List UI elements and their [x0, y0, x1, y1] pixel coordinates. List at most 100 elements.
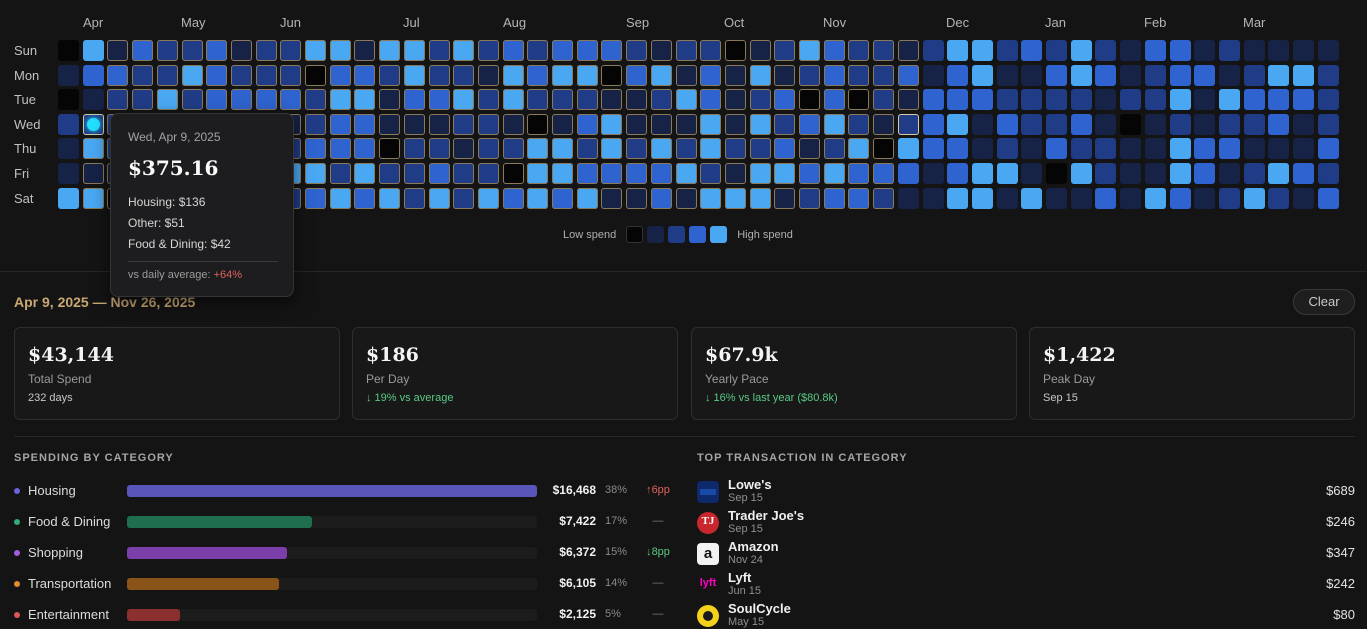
category-row[interactable]: Housing $16,468 38% ↑6pp: [14, 481, 674, 501]
heatmap-day-cell[interactable]: [971, 138, 993, 160]
heatmap-day-cell[interactable]: [1243, 89, 1265, 111]
heatmap-day-cell[interactable]: [947, 40, 969, 61]
heatmap-day-cell[interactable]: [1021, 40, 1043, 61]
heatmap-day-cell[interactable]: [1070, 113, 1092, 135]
heatmap-day-cell[interactable]: [799, 113, 820, 135]
heatmap-day-cell[interactable]: [774, 138, 796, 160]
heatmap-day-cell[interactable]: [58, 40, 79, 61]
clear-selection-button[interactable]: Clear: [1293, 289, 1355, 315]
heatmap-day-cell[interactable]: [996, 113, 1018, 135]
heatmap-day-cell[interactable]: [724, 187, 746, 209]
heatmap-day-cell[interactable]: [1293, 138, 1314, 160]
heatmap-day-cell[interactable]: [428, 40, 450, 61]
heatmap-day-cell[interactable]: [82, 113, 104, 135]
heatmap-day-cell[interactable]: [58, 187, 79, 209]
heatmap-day-cell[interactable]: [601, 64, 623, 86]
heatmap-day-cell[interactable]: [379, 40, 401, 61]
heatmap-day-cell[interactable]: [675, 64, 697, 86]
heatmap-day-cell[interactable]: [305, 163, 326, 184]
heatmap-day-cell[interactable]: [403, 163, 425, 184]
heatmap-day-cell[interactable]: [527, 113, 549, 135]
heatmap-day-cell[interactable]: [1120, 64, 1142, 86]
heatmap-day-cell[interactable]: [873, 89, 895, 111]
heatmap-day-cell[interactable]: [626, 138, 648, 160]
heatmap-day-cell[interactable]: [1243, 138, 1265, 160]
heatmap-day-cell[interactable]: [354, 138, 376, 160]
heatmap-day-cell[interactable]: [1268, 163, 1290, 184]
heatmap-day-cell[interactable]: [576, 64, 598, 86]
heatmap-day-cell[interactable]: [305, 138, 326, 160]
heatmap-day-cell[interactable]: [848, 64, 870, 86]
heatmap-day-cell[interactable]: [1194, 138, 1216, 160]
heatmap-day-cell[interactable]: [527, 138, 549, 160]
heatmap-day-cell[interactable]: [403, 64, 425, 86]
heatmap-day-cell[interactable]: [527, 187, 549, 209]
heatmap-day-cell[interactable]: [82, 40, 104, 61]
heatmap-day-cell[interactable]: [477, 187, 499, 209]
heatmap-day-cell[interactable]: [700, 163, 722, 184]
heatmap-day-cell[interactable]: [453, 64, 475, 86]
heatmap-day-cell[interactable]: [996, 40, 1018, 61]
heatmap-day-cell[interactable]: [922, 138, 944, 160]
heatmap-day-cell[interactable]: [502, 64, 524, 86]
heatmap-day-cell[interactable]: [379, 138, 401, 160]
heatmap-day-cell[interactable]: [1293, 187, 1314, 209]
heatmap-day-cell[interactable]: [181, 89, 203, 111]
heatmap-day-cell[interactable]: [799, 40, 820, 61]
heatmap-day-cell[interactable]: [1095, 113, 1117, 135]
heatmap-day-cell[interactable]: [724, 113, 746, 135]
heatmap-day-cell[interactable]: [305, 187, 326, 209]
heatmap-day-cell[interactable]: [996, 64, 1018, 86]
heatmap-day-cell[interactable]: [1144, 187, 1166, 209]
heatmap-day-cell[interactable]: [897, 138, 919, 160]
heatmap-day-cell[interactable]: [1021, 163, 1043, 184]
heatmap-day-cell[interactable]: [354, 89, 376, 111]
heatmap-day-cell[interactable]: [477, 113, 499, 135]
heatmap-day-cell[interactable]: [1293, 163, 1314, 184]
heatmap-day-cell[interactable]: [502, 163, 524, 184]
heatmap-day-cell[interactable]: [1095, 40, 1117, 61]
heatmap-day-cell[interactable]: [453, 138, 475, 160]
heatmap-day-cell[interactable]: [626, 113, 648, 135]
heatmap-day-cell[interactable]: [601, 113, 623, 135]
heatmap-day-cell[interactable]: [1218, 113, 1240, 135]
heatmap-day-cell[interactable]: [823, 40, 845, 61]
heatmap-day-cell[interactable]: [82, 187, 104, 209]
heatmap-day-cell[interactable]: [1021, 138, 1043, 160]
heatmap-day-cell[interactable]: [799, 64, 820, 86]
heatmap-day-cell[interactable]: [552, 113, 573, 135]
heatmap-day-cell[interactable]: [1268, 187, 1290, 209]
heatmap-day-cell[interactable]: [626, 89, 648, 111]
heatmap-day-cell[interactable]: [675, 40, 697, 61]
heatmap-day-cell[interactable]: [502, 89, 524, 111]
heatmap-day-cell[interactable]: [897, 64, 919, 86]
heatmap-day-cell[interactable]: [996, 187, 1018, 209]
heatmap-day-cell[interactable]: [700, 89, 722, 111]
heatmap-day-cell[interactable]: [1243, 187, 1265, 209]
heatmap-day-cell[interactable]: [132, 89, 154, 111]
heatmap-day-cell[interactable]: [576, 163, 598, 184]
heatmap-day-cell[interactable]: [1120, 113, 1142, 135]
heatmap-day-cell[interactable]: [1144, 138, 1166, 160]
heatmap-day-cell[interactable]: [403, 89, 425, 111]
heatmap-day-cell[interactable]: [453, 113, 475, 135]
heatmap-day-cell[interactable]: [58, 113, 79, 135]
heatmap-day-cell[interactable]: [601, 138, 623, 160]
heatmap-day-cell[interactable]: [749, 113, 771, 135]
heatmap-day-cell[interactable]: [823, 163, 845, 184]
heatmap-day-cell[interactable]: [552, 187, 573, 209]
heatmap-day-cell[interactable]: [280, 40, 302, 61]
heatmap-day-cell[interactable]: [799, 187, 820, 209]
heatmap-day-cell[interactable]: [1046, 187, 1067, 209]
heatmap-day-cell[interactable]: [1194, 89, 1216, 111]
heatmap-day-cell[interactable]: [354, 64, 376, 86]
heatmap-day-cell[interactable]: [1095, 89, 1117, 111]
category-row[interactable]: Food & Dining $7,422 17% —: [14, 512, 674, 532]
heatmap-day-cell[interactable]: [1243, 163, 1265, 184]
heatmap-day-cell[interactable]: [947, 187, 969, 209]
heatmap-day-cell[interactable]: [749, 40, 771, 61]
heatmap-day-cell[interactable]: [527, 40, 549, 61]
heatmap-day-cell[interactable]: [58, 163, 79, 184]
heatmap-day-cell[interactable]: [724, 163, 746, 184]
heatmap-day-cell[interactable]: [749, 138, 771, 160]
